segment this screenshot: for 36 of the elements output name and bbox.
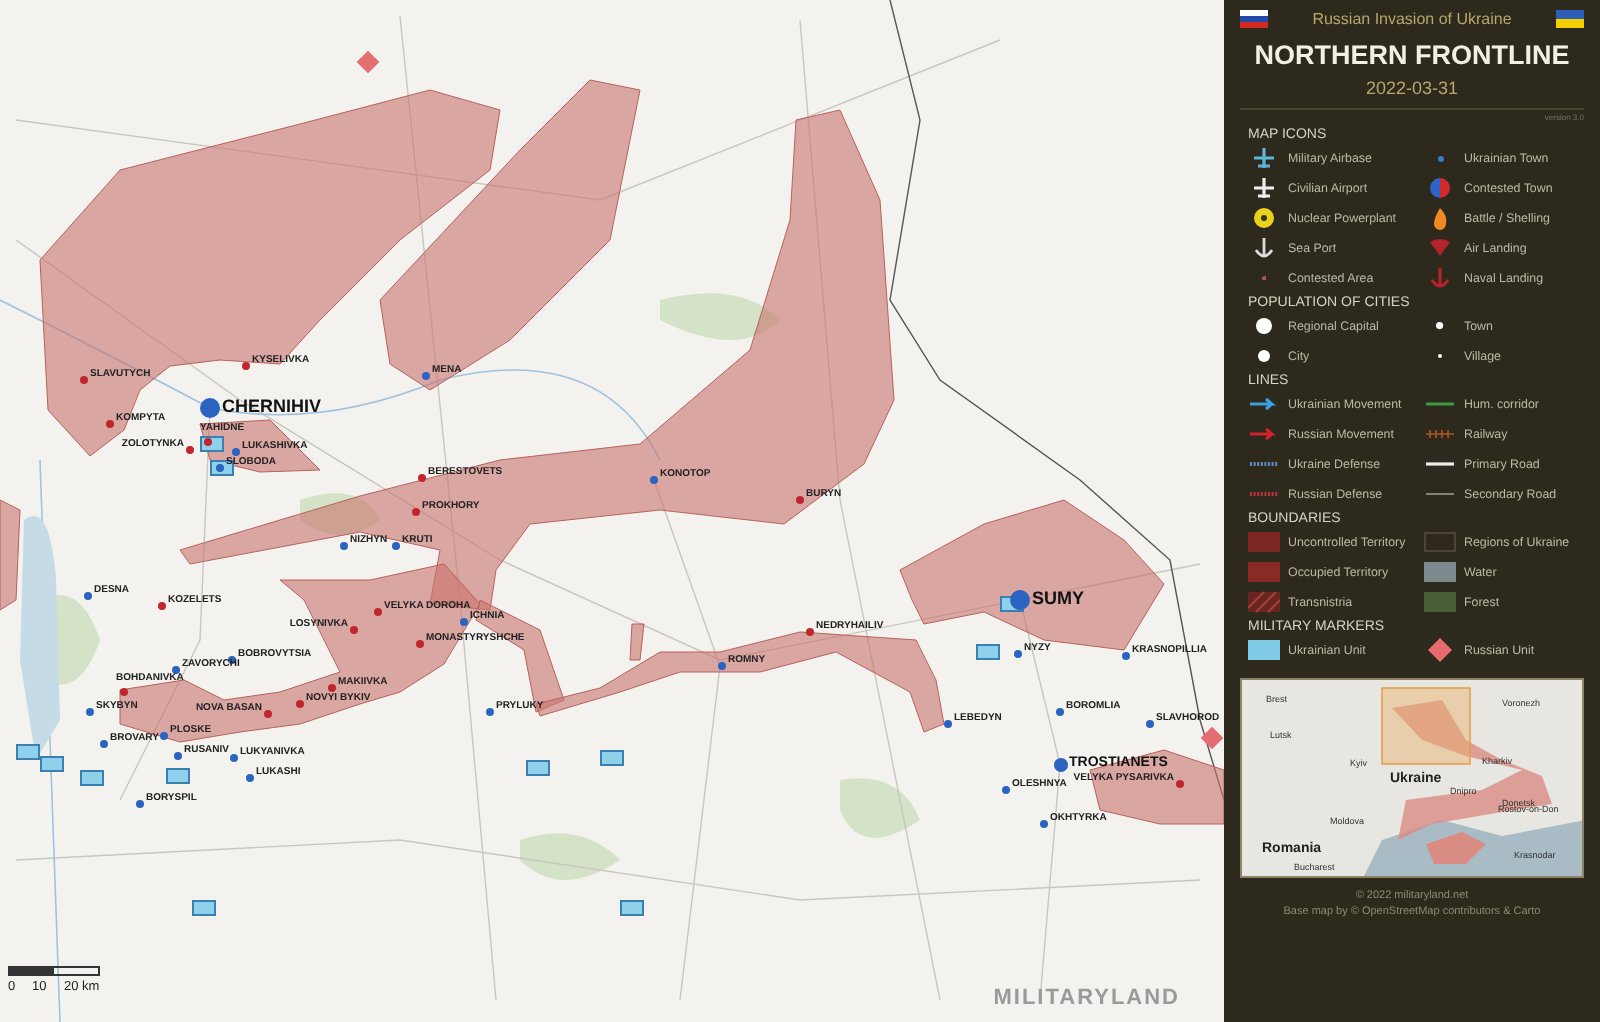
arrow-icon: [1248, 392, 1280, 416]
area-swatch: [1424, 590, 1456, 614]
dot-icon: [1261, 275, 1267, 281]
unit-marker-icon: [80, 770, 104, 786]
map-title: NORTHERN FRONTLINE: [1252, 40, 1572, 70]
area-swatch: [1248, 530, 1280, 554]
unit-marker-icon: [166, 768, 190, 784]
crimea-area: [1426, 832, 1486, 864]
unit-marker-icon: [976, 644, 1000, 660]
town-label: SUMY: [1032, 590, 1085, 608]
dot-icon: [1436, 322, 1444, 330]
diamond-icon: [1424, 638, 1456, 662]
unit-marker-icon: [600, 750, 624, 766]
unit-marker-icon: [210, 460, 234, 476]
map-date: 2022-03-31: [1363, 78, 1461, 98]
map-subtitle: Russian Invasion of Ukraine: [1312, 10, 1512, 28]
bicolor-flag-icon: [1555, 10, 1584, 28]
dot-icon: [1256, 318, 1272, 334]
town-label: CHERNIHIV: [222, 398, 322, 416]
unit-marker-icon: [1248, 638, 1280, 662]
outline-swatch: [1424, 530, 1456, 554]
area-swatch: [1424, 560, 1456, 584]
view-frame: [1381, 687, 1471, 765]
logo-text: MILITARYLAND: [993, 986, 1180, 1010]
unit-marker-icon: [192, 900, 216, 916]
area-swatch: [1248, 560, 1280, 584]
unit-marker-icon: [620, 900, 644, 916]
dot-icon: [1258, 350, 1270, 362]
unit-marker-icon: [526, 760, 550, 776]
unit-marker-icon: [200, 436, 224, 452]
tricolor-flag-icon: [1240, 10, 1268, 28]
dot-icon: [1437, 155, 1443, 161]
hatched-swatch: [1248, 590, 1280, 614]
split-circle-icon: [1424, 176, 1456, 200]
scale-bar: [8, 966, 100, 976]
arrow-icon: [1248, 422, 1280, 446]
